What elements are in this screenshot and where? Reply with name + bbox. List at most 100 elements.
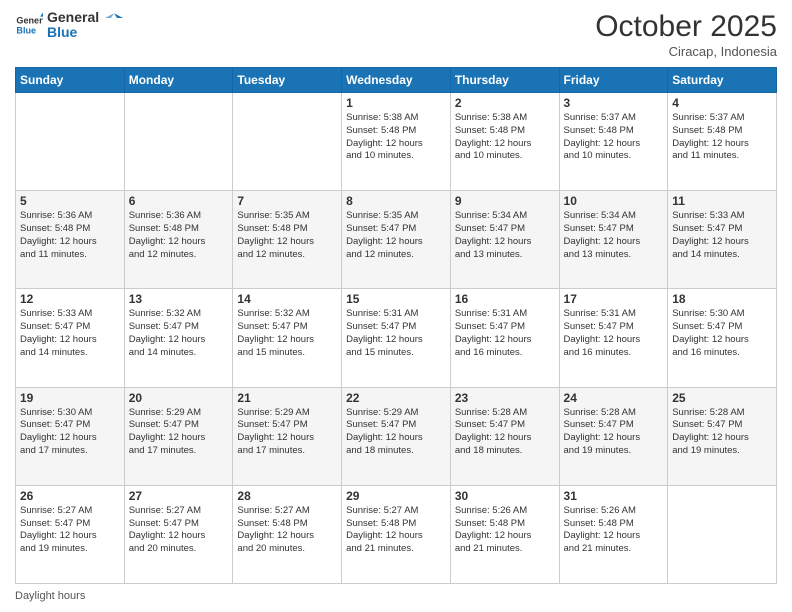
day-info: Sunrise: 5:29 AM Sunset: 5:47 PM Dayligh…	[237, 407, 337, 458]
calendar-cell: 17 Sunrise: 5:31 AM Sunset: 5:47 PM Dayli…	[559, 289, 668, 387]
calendar-header-thursday: Thursday	[450, 68, 559, 93]
day-number: 2	[455, 96, 555, 110]
calendar-cell: 7 Sunrise: 5:35 AM Sunset: 5:48 PM Daylig…	[233, 191, 342, 289]
day-info: Sunrise: 5:34 AM Sunset: 5:47 PM Dayligh…	[455, 210, 555, 261]
calendar-cell: 20 Sunrise: 5:29 AM Sunset: 5:47 PM Dayli…	[124, 387, 233, 485]
title-block: October 2025 Ciracap, Indonesia	[595, 10, 777, 59]
day-number: 12	[20, 292, 120, 306]
calendar-cell: 22Sunrise: 5:29 AM Sunset: 5:47 PM Dayli…	[342, 387, 451, 485]
calendar-cell: 30Sunrise: 5:26 AM Sunset: 5:48 PM Dayli…	[450, 485, 559, 583]
day-number: 17	[564, 292, 664, 306]
calendar-cell	[16, 93, 125, 191]
calendar-header-friday: Friday	[559, 68, 668, 93]
calendar-header-row: SundayMondayTuesdayWednesdayThursdayFrid…	[16, 68, 777, 93]
calendar-cell: 5 Sunrise: 5:36 AM Sunset: 5:48 PM Daylig…	[16, 191, 125, 289]
calendar-cell: 9 Sunrise: 5:34 AM Sunset: 5:47 PM Daylig…	[450, 191, 559, 289]
calendar-header-wednesday: Wednesday	[342, 68, 451, 93]
month-title: October 2025	[595, 10, 777, 44]
day-info: Sunrise: 5:37 AM Sunset: 5:48 PM Dayligh…	[672, 112, 772, 163]
logo-icon: General Blue	[15, 11, 43, 39]
day-number: 23	[455, 391, 555, 405]
calendar-cell: 21 Sunrise: 5:29 AM Sunset: 5:47 PM Dayli…	[233, 387, 342, 485]
day-number: 7	[237, 194, 337, 208]
day-number: 30	[455, 489, 555, 503]
day-number: 21	[237, 391, 337, 405]
calendar-cell: 23 Sunrise: 5:28 AM Sunset: 5:47 PM Dayli…	[450, 387, 559, 485]
day-info: Sunrise: 5:36 AM Sunset: 5:48 PM Dayligh…	[129, 210, 229, 261]
calendar-cell: 12 Sunrise: 5:33 AM Sunset: 5:47 PM Dayli…	[16, 289, 125, 387]
calendar-cell	[124, 93, 233, 191]
calendar-cell: 15Sunrise: 5:31 AM Sunset: 5:47 PM Dayli…	[342, 289, 451, 387]
calendar-cell: 6 Sunrise: 5:36 AM Sunset: 5:48 PM Daylig…	[124, 191, 233, 289]
day-info: Sunrise: 5:36 AM Sunset: 5:48 PM Dayligh…	[20, 210, 120, 261]
day-number: 14	[237, 292, 337, 306]
calendar-header-sunday: Sunday	[16, 68, 125, 93]
day-info: Sunrise: 5:28 AM Sunset: 5:47 PM Dayligh…	[455, 407, 555, 458]
calendar-cell: 16 Sunrise: 5:31 AM Sunset: 5:47 PM Dayli…	[450, 289, 559, 387]
day-info: Sunrise: 5:31 AM Sunset: 5:47 PM Dayligh…	[455, 308, 555, 359]
calendar-cell: 10 Sunrise: 5:34 AM Sunset: 5:47 PM Dayli…	[559, 191, 668, 289]
day-number: 24	[564, 391, 664, 405]
calendar-cell: 19Sunrise: 5:30 AM Sunset: 5:47 PM Dayli…	[16, 387, 125, 485]
day-info: Sunrise: 5:34 AM Sunset: 5:47 PM Dayligh…	[564, 210, 664, 261]
day-number: 20	[129, 391, 229, 405]
day-info: Sunrise: 5:32 AM Sunset: 5:47 PM Dayligh…	[129, 308, 229, 359]
day-number: 26	[20, 489, 120, 503]
day-info: Sunrise: 5:37 AM Sunset: 5:48 PM Dayligh…	[564, 112, 664, 163]
day-number: 3	[564, 96, 664, 110]
footer: Daylight hours	[15, 590, 777, 602]
day-number: 11	[672, 194, 772, 208]
day-info: Sunrise: 5:26 AM Sunset: 5:48 PM Dayligh…	[564, 505, 664, 556]
day-info: Sunrise: 5:28 AM Sunset: 5:47 PM Dayligh…	[564, 407, 664, 458]
day-info: Sunrise: 5:27 AM Sunset: 5:47 PM Dayligh…	[20, 505, 120, 556]
logo: General Blue General Blue	[15, 10, 123, 41]
day-number: 10	[564, 194, 664, 208]
daylight-label: Daylight hours	[15, 590, 85, 602]
day-info: Sunrise: 5:33 AM Sunset: 5:47 PM Dayligh…	[20, 308, 120, 359]
day-number: 13	[129, 292, 229, 306]
day-number: 8	[346, 194, 446, 208]
day-info: Sunrise: 5:30 AM Sunset: 5:47 PM Dayligh…	[672, 308, 772, 359]
logo-blue: Blue	[47, 25, 123, 40]
day-number: 18	[672, 292, 772, 306]
calendar-week-1: 1 Sunrise: 5:38 AM Sunset: 5:48 PM Daylig…	[16, 93, 777, 191]
day-number: 29	[346, 489, 446, 503]
calendar-cell: 27Sunrise: 5:27 AM Sunset: 5:47 PM Dayli…	[124, 485, 233, 583]
day-info: Sunrise: 5:29 AM Sunset: 5:47 PM Dayligh…	[129, 407, 229, 458]
svg-text:Blue: Blue	[16, 26, 36, 36]
day-number: 31	[564, 489, 664, 503]
day-info: Sunrise: 5:29 AM Sunset: 5:47 PM Dayligh…	[346, 407, 446, 458]
day-number: 1	[346, 96, 446, 110]
header: General Blue General Blue October 2025 C…	[15, 10, 777, 59]
day-number: 16	[455, 292, 555, 306]
day-info: Sunrise: 5:30 AM Sunset: 5:47 PM Dayligh…	[20, 407, 120, 458]
day-number: 6	[129, 194, 229, 208]
day-number: 9	[455, 194, 555, 208]
calendar-cell: 13 Sunrise: 5:32 AM Sunset: 5:47 PM Dayli…	[124, 289, 233, 387]
page: General Blue General Blue October 2025 C…	[0, 0, 792, 612]
calendar-cell: 3 Sunrise: 5:37 AM Sunset: 5:48 PM Daylig…	[559, 93, 668, 191]
calendar-header-monday: Monday	[124, 68, 233, 93]
day-number: 15	[346, 292, 446, 306]
calendar-cell: 1 Sunrise: 5:38 AM Sunset: 5:48 PM Daylig…	[342, 93, 451, 191]
calendar-cell	[233, 93, 342, 191]
calendar-table: SundayMondayTuesdayWednesdayThursdayFrid…	[15, 67, 777, 584]
day-info: Sunrise: 5:31 AM Sunset: 5:47 PM Dayligh…	[564, 308, 664, 359]
calendar-header-tuesday: Tuesday	[233, 68, 342, 93]
day-number: 5	[20, 194, 120, 208]
logo-general: General	[47, 10, 123, 25]
day-info: Sunrise: 5:38 AM Sunset: 5:48 PM Dayligh…	[346, 112, 446, 163]
day-info: Sunrise: 5:28 AM Sunset: 5:47 PM Dayligh…	[672, 407, 772, 458]
day-number: 4	[672, 96, 772, 110]
day-info: Sunrise: 5:32 AM Sunset: 5:47 PM Dayligh…	[237, 308, 337, 359]
calendar-week-4: 19Sunrise: 5:30 AM Sunset: 5:47 PM Dayli…	[16, 387, 777, 485]
day-number: 27	[129, 489, 229, 503]
day-info: Sunrise: 5:35 AM Sunset: 5:48 PM Dayligh…	[237, 210, 337, 261]
calendar-cell: 8Sunrise: 5:35 AM Sunset: 5:47 PM Daylig…	[342, 191, 451, 289]
logo-bird	[105, 11, 123, 25]
calendar-week-2: 5 Sunrise: 5:36 AM Sunset: 5:48 PM Daylig…	[16, 191, 777, 289]
calendar-cell	[668, 485, 777, 583]
day-number: 25	[672, 391, 772, 405]
day-number: 28	[237, 489, 337, 503]
calendar-cell: 11Sunrise: 5:33 AM Sunset: 5:47 PM Dayli…	[668, 191, 777, 289]
